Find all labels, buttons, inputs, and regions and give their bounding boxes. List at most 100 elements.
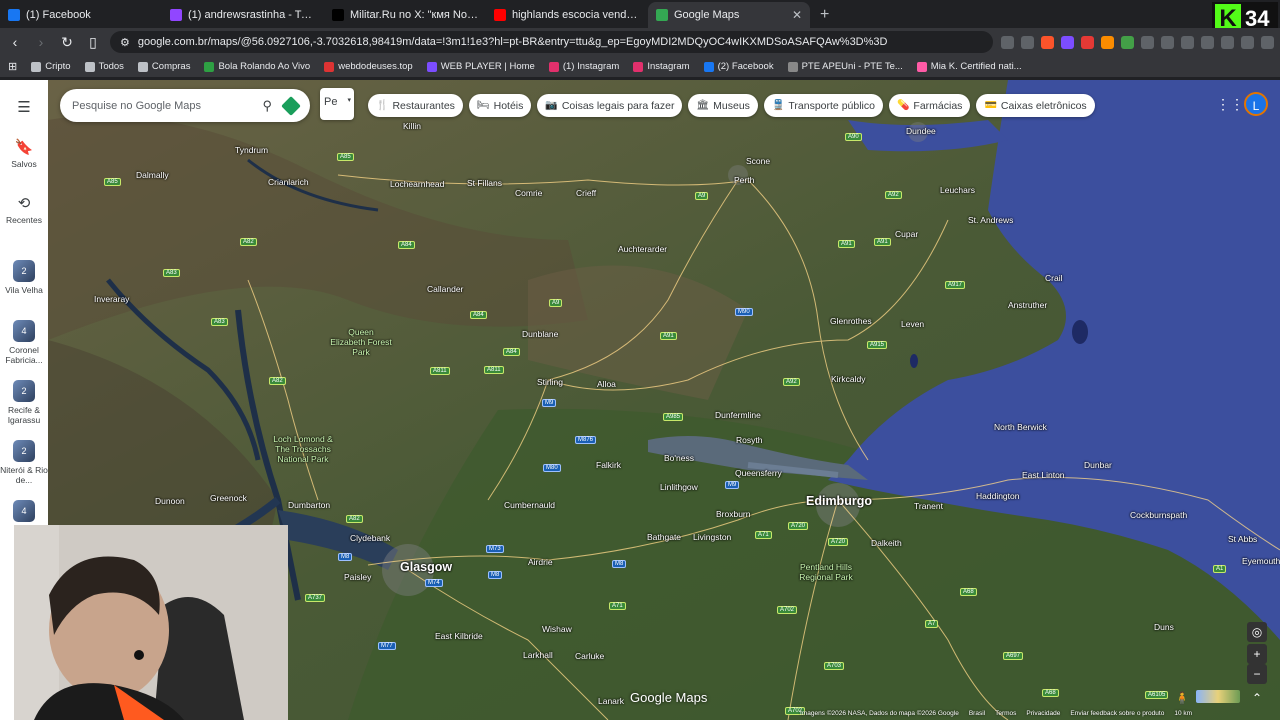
browser-tab[interactable]: Google Maps ✕ [648,2,810,28]
map-place-label[interactable]: Dalmally [136,170,169,180]
directions-icon[interactable] [281,95,301,116]
url-text[interactable]: google.com.br/maps/@56.0927106,-3.703261… [138,36,888,48]
map-place-label[interactable]: Glasgow [400,560,452,574]
map-place-label[interactable]: Alloa [597,379,616,389]
bookmark-item[interactable]: Todos [84,61,124,72]
map-place-label[interactable]: North Berwick [994,422,1047,432]
map-place-label[interactable]: Livingston [693,532,731,542]
map-place-label[interactable]: Carluke [575,651,604,661]
map-place-label[interactable]: Kirkcaldy [831,374,865,384]
category-chip[interactable]: 📷 Coisas legais para fazer [537,94,683,117]
map-place-label[interactable]: Cockburnspath [1130,510,1187,520]
bookmark-item[interactable]: webdodeuses.top [324,61,413,72]
map-footer-item[interactable]: Brasil [969,710,985,717]
map-footer-item[interactable]: Enviar feedback sobre o produto [1070,710,1164,717]
extension-b-icon[interactable] [1081,35,1094,49]
map-place-label[interactable]: Bathgate [647,532,681,542]
saved-button[interactable]: 🔖 Salvos [0,138,48,169]
map-place-label[interactable]: Tyndrum [235,145,268,155]
map-footer-item[interactable]: Privacidade [1026,710,1060,717]
map-place-label[interactable]: Dumbarton [288,500,330,510]
cast-icon[interactable] [1001,35,1014,49]
browser-tab[interactable]: highlands escocia vendendo minha c [486,2,648,28]
browser-tab[interactable]: (1) Facebook [0,2,162,28]
category-chip[interactable]: 🚆 Transporte público [763,94,883,117]
map-place-label[interactable]: Clydebank [350,533,390,543]
map-place-label[interactable]: Dunfermline [715,410,761,420]
map-place-label[interactable]: Dunblane [522,329,558,339]
map-place-label[interactable]: Eyemouth [1242,556,1280,566]
bookmark-item[interactable]: Instagram [633,61,690,72]
layers-thumbnails[interactable] [1196,690,1240,703]
map-place-label[interactable]: Glenrothes [830,316,872,326]
new-tab-button[interactable]: + [810,2,839,28]
map-place-label[interactable]: St Abbs [1228,534,1257,544]
recent-place[interactable]: 4 Coronel Fabricia... [0,320,48,365]
map-place-label[interactable]: Crieff [576,188,596,198]
extension-a-icon[interactable] [1061,35,1074,49]
account-avatar[interactable]: L [1244,92,1268,116]
recent-place[interactable]: 2 Recife & Igarassu [0,380,48,425]
map-place-label[interactable]: Wishaw [542,624,572,634]
map-place-label[interactable]: East Kilbride [435,631,483,641]
map-place-label[interactable]: Haddington [976,491,1019,501]
bookmark-item[interactable]: Compras [137,61,190,72]
recent-button[interactable]: ⟲ Recentes [0,194,48,225]
extension-c-icon[interactable] [1101,35,1114,49]
bookmark-item[interactable]: PTE APEUni - PTE Te... [787,61,903,72]
map-place-label[interactable]: Linlithgow [660,482,698,492]
map-place-label[interactable]: Queensferry [735,468,782,478]
back-icon[interactable]: ‹ [6,34,24,50]
maps-search-box[interactable]: Pesquise no Google Maps ⚲ [60,89,310,122]
zoom-out-button[interactable]: − [1247,664,1267,684]
menu-icon[interactable] [1261,35,1274,49]
map-footer-item[interactable]: Termos [995,710,1016,717]
map-place-label[interactable]: Stirling [537,377,563,387]
map-place-label[interactable]: Greenock [210,493,247,503]
wallet-icon[interactable] [1221,35,1234,49]
pegman-icon[interactable]: 🧍 [1172,688,1192,708]
map-place-label[interactable]: St Fillans [467,178,502,188]
search-icon[interactable]: ⚲ [262,98,272,114]
map-place-label[interactable]: Anstruther [1008,300,1047,310]
map-place-label[interactable]: Killin [403,121,421,131]
map-place-label[interactable]: Cumbernauld [504,500,555,510]
search-input[interactable]: Pesquise no Google Maps [72,100,262,112]
recent-place[interactable]: 2 Niterói & Rio de... [0,440,48,485]
map-place-label[interactable]: East Linton [1022,470,1065,480]
share-icon[interactable] [1021,35,1034,49]
site-info-icon[interactable]: ⚙ [120,36,130,49]
map-place-label[interactable]: Edimburgo [806,494,872,508]
map-place-label[interactable]: Loch Lomond & The Trossachs National Par… [272,434,334,464]
zoom-in-button[interactable]: + [1247,644,1267,664]
map-place-label[interactable]: Leuchars [940,185,975,195]
map-place-label[interactable]: Falkirk [596,460,621,470]
reload-icon[interactable]: ↻ [58,34,76,51]
map-place-label[interactable]: Airdrie [528,557,553,567]
map-place-label[interactable]: Comrie [515,188,542,198]
map-place-label[interactable]: Tranent [914,501,943,511]
address-bar[interactable]: ⚙ google.com.br/maps/@56.0927106,-3.7032… [110,31,993,53]
map-place-label[interactable]: Larkhall [523,650,553,660]
recent-place[interactable]: 4 [0,500,48,525]
apps-grid-icon[interactable]: ⊞ [8,60,17,73]
map-place-label[interactable]: Scone [746,156,770,166]
map-place-label[interactable]: Paisley [344,572,371,582]
my-location-icon[interactable]: ◎ [1247,622,1267,642]
map-place-label[interactable]: Queen Elizabeth Forest Park [330,327,392,357]
map-place-label[interactable]: Perth [734,175,754,185]
map-place-label[interactable]: Rosyth [736,435,762,445]
close-tab-icon[interactable]: ✕ [792,8,802,22]
map-place-label[interactable]: St. Andrews [968,215,1013,225]
browser-tab[interactable]: (1) andrewsrastinha - Twitch [162,2,324,28]
downloads-icon[interactable] [1161,35,1174,49]
map-place-label[interactable]: Auchterarder [618,244,667,254]
bookmark-item[interactable]: Cripto [31,61,71,72]
google-apps-icon[interactable]: ⋮⋮ [1216,96,1244,113]
map-place-label[interactable]: Crianlarich [268,177,309,187]
map-place-label[interactable]: Cupar [895,229,918,239]
puzzle-icon[interactable] [1141,35,1154,49]
map-place-label[interactable]: Dalkeith [871,538,902,548]
recent-place[interactable]: 2 Vila Velha [0,260,48,295]
forward-icon[interactable]: › [32,34,50,50]
